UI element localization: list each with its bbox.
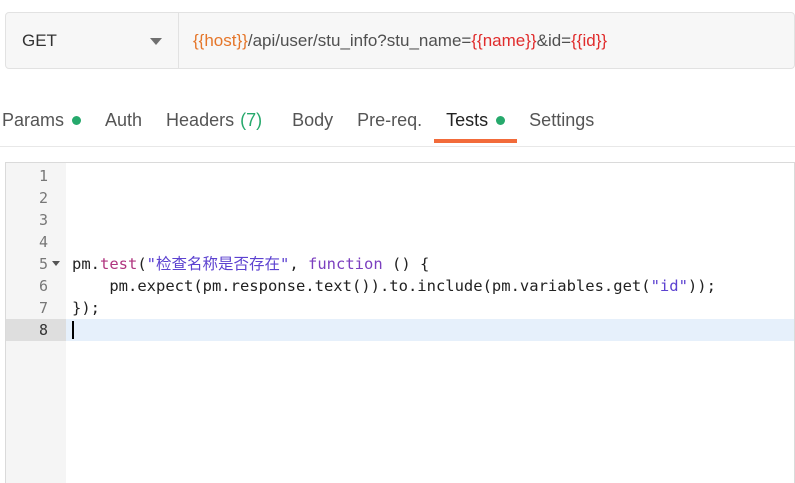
line-number: 6 bbox=[38, 277, 48, 295]
request-tabs: Params Auth Headers (7) Body Pre-req. Te… bbox=[0, 100, 618, 146]
status-dot-icon bbox=[72, 116, 82, 125]
code-line[interactable]: 4 bbox=[6, 231, 794, 253]
tab-params-label: Params bbox=[2, 110, 65, 130]
tab-headers-label: Headers bbox=[166, 110, 235, 130]
code-text: pm.test("检查名称是否存在", function () { bbox=[72, 253, 429, 275]
method-label: GET bbox=[22, 30, 57, 50]
code-line[interactable]: 3 bbox=[6, 209, 794, 231]
tab-auth-label: Auth bbox=[105, 110, 143, 130]
tab-tests[interactable]: Tests bbox=[434, 100, 518, 143]
code-text: }); bbox=[72, 299, 100, 317]
code-text: pm.expect(pm.response.text()).to.include… bbox=[72, 275, 716, 297]
code-token: , bbox=[289, 255, 309, 273]
tabs-divider bbox=[0, 146, 795, 147]
line-number: 4 bbox=[38, 233, 48, 251]
code-token: pm.expect(pm.response.text()).to.include… bbox=[72, 277, 651, 295]
text-cursor bbox=[72, 321, 74, 339]
tab-tests-label: Tests bbox=[446, 110, 489, 130]
code-token: )); bbox=[687, 277, 716, 295]
tab-params[interactable]: Params bbox=[0, 100, 82, 143]
tab-prereq[interactable]: Pre-req. bbox=[357, 100, 422, 143]
line-number: 5 bbox=[38, 255, 48, 273]
tab-body-label: Body bbox=[292, 110, 334, 130]
tab-prereq-label: Pre-req. bbox=[357, 110, 423, 130]
tab-headers[interactable]: Headers (7) bbox=[166, 100, 262, 143]
chevron-down-icon bbox=[150, 38, 162, 45]
fold-arrow-icon[interactable] bbox=[52, 261, 60, 266]
code-token: "id" bbox=[650, 277, 688, 295]
request-bar: GET {{host}} /api/user/stu_info?stu_name… bbox=[5, 12, 795, 69]
code-token: test bbox=[100, 255, 138, 273]
code-line[interactable]: 1 bbox=[6, 165, 794, 187]
code-token: () { bbox=[382, 255, 430, 273]
url-var-id: {{id}} bbox=[571, 30, 608, 50]
url-var-name: {{name}} bbox=[471, 30, 537, 50]
code-token: ( bbox=[137, 255, 147, 273]
line-number: 3 bbox=[38, 211, 48, 229]
code-line[interactable]: 2 bbox=[6, 187, 794, 209]
code-line[interactable]: 6 pm.expect(pm.response.text()).to.inclu… bbox=[6, 275, 794, 297]
url-path: /api/user/stu_info?stu_name= bbox=[247, 30, 472, 50]
url-var-host: {{host}} bbox=[193, 30, 248, 50]
code-line[interactable]: 5 pm.test("检查名称是否存在", function () { bbox=[6, 253, 794, 275]
headers-count-badge: (7) bbox=[240, 110, 263, 130]
method-select[interactable]: GET bbox=[6, 13, 179, 68]
tab-body[interactable]: Body bbox=[292, 100, 333, 143]
line-number: 1 bbox=[38, 167, 48, 185]
code-line[interactable]: 7 }); bbox=[6, 297, 794, 319]
tab-auth[interactable]: Auth bbox=[105, 100, 142, 143]
url-query-id: &id= bbox=[536, 30, 572, 50]
status-dot-icon bbox=[496, 116, 506, 125]
tab-settings[interactable]: Settings bbox=[529, 100, 594, 143]
code-editor[interactable]: 1 2 3 4 5 pm.test("检查名称是否存在", function (… bbox=[5, 162, 795, 483]
code-token: pm. bbox=[72, 255, 100, 273]
line-number: 2 bbox=[38, 189, 48, 207]
code-line-active[interactable]: 8 bbox=[6, 319, 794, 341]
tab-settings-label: Settings bbox=[529, 110, 595, 130]
code-token: "检查名称是否存在" bbox=[146, 255, 290, 273]
code-token: function bbox=[308, 255, 383, 273]
line-number: 8 bbox=[38, 321, 48, 339]
url-input[interactable]: {{host}} /api/user/stu_info?stu_name= {{… bbox=[179, 13, 794, 68]
line-number: 7 bbox=[38, 299, 48, 317]
